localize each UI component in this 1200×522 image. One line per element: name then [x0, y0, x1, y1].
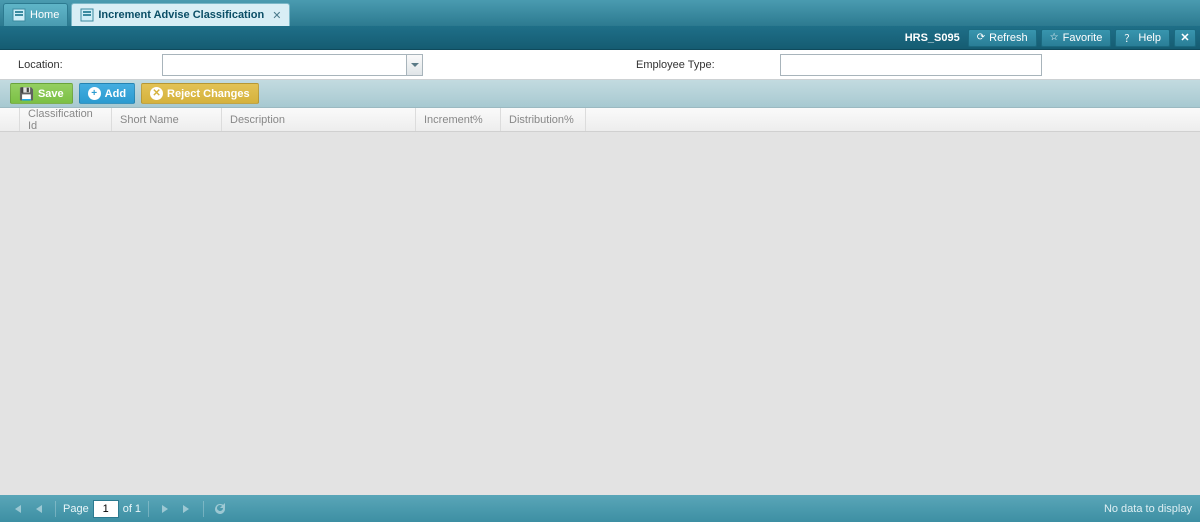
last-icon [182, 504, 192, 514]
refresh-label: Refresh [989, 32, 1028, 44]
star-icon: ☆ [1050, 32, 1059, 43]
separator [148, 501, 149, 517]
location-group: Location: [18, 54, 423, 76]
add-button[interactable]: + Add [79, 83, 135, 104]
refresh-button[interactable]: ⟳ Refresh [968, 29, 1037, 47]
column-increment-pct[interactable]: Increment% [416, 108, 501, 131]
column-description[interactable]: Description [222, 108, 416, 131]
chevron-down-icon [411, 61, 419, 69]
close-icon[interactable]: ✕ [272, 9, 281, 22]
location-trigger[interactable] [406, 54, 423, 76]
separator [55, 501, 56, 517]
employee-type-group: Employee Type: [636, 54, 1042, 76]
screen-code: HRS_S095 [905, 32, 960, 44]
tab-increment-advise-classification[interactable]: Increment Advise Classification ✕ [71, 3, 290, 26]
tab-strip: Home Increment Advise Classification ✕ [0, 0, 1200, 26]
separator [203, 501, 204, 517]
employee-type-input[interactable] [780, 54, 1042, 76]
page-label: Page [63, 503, 89, 515]
tab-label: Increment Advise Classification [98, 9, 264, 21]
save-label: Save [38, 88, 64, 100]
empty-text: No data to display [1104, 503, 1192, 515]
favorite-button[interactable]: ☆ Favorite [1041, 29, 1112, 47]
form-icon [80, 8, 94, 22]
help-label: Help [1138, 32, 1161, 44]
location-label: Location: [18, 59, 138, 71]
plus-icon: + [88, 87, 101, 100]
employee-type-label: Employee Type: [636, 59, 756, 71]
reject-changes-button[interactable]: ✕ Reject Changes [141, 83, 259, 104]
column-classification-id[interactable]: Classification Id [20, 108, 112, 131]
page-of-label: of 1 [123, 503, 141, 515]
paging-bar: Page of 1 No data to display [0, 495, 1200, 522]
close-button[interactable]: ✕ [1174, 29, 1196, 47]
first-icon [12, 504, 22, 514]
grid-header: Classification Id Short Name Description… [0, 108, 1200, 132]
location-input[interactable] [162, 54, 406, 76]
paging-refresh-button[interactable] [211, 500, 229, 518]
refresh-icon: ⟳ [977, 32, 985, 43]
page-input[interactable] [93, 500, 119, 518]
tab-home[interactable]: Home [3, 3, 68, 26]
last-page-button[interactable] [178, 500, 196, 518]
column-filler [586, 108, 1200, 131]
help-icon: ？ [1124, 30, 1134, 45]
help-button[interactable]: ？ Help [1115, 29, 1170, 47]
tab-home-label: Home [30, 9, 59, 21]
next-page-button[interactable] [156, 500, 174, 518]
next-icon [160, 504, 170, 514]
cancel-icon: ✕ [150, 87, 163, 100]
grid-body [0, 132, 1200, 495]
prev-icon [34, 504, 44, 514]
prev-page-button[interactable] [30, 500, 48, 518]
reject-label: Reject Changes [167, 88, 250, 100]
favorite-label: Favorite [1063, 32, 1103, 44]
column-distribution-pct[interactable]: Distribution% [501, 108, 586, 131]
save-button[interactable]: 💾 Save [10, 83, 73, 104]
header-bar: HRS_S095 ⟳ Refresh ☆ Favorite ？ Help ✕ [0, 26, 1200, 50]
first-page-button[interactable] [8, 500, 26, 518]
location-combo [162, 54, 423, 76]
add-label: Add [105, 88, 126, 100]
save-icon: 💾 [19, 87, 34, 101]
form-icon [12, 8, 26, 22]
refresh-icon [213, 502, 227, 516]
column-short-name[interactable]: Short Name [112, 108, 222, 131]
action-bar: 💾 Save + Add ✕ Reject Changes [0, 80, 1200, 108]
filter-row: Location: Employee Type: [0, 50, 1200, 80]
column-selector[interactable] [0, 108, 20, 131]
close-icon: ✕ [1180, 31, 1189, 44]
